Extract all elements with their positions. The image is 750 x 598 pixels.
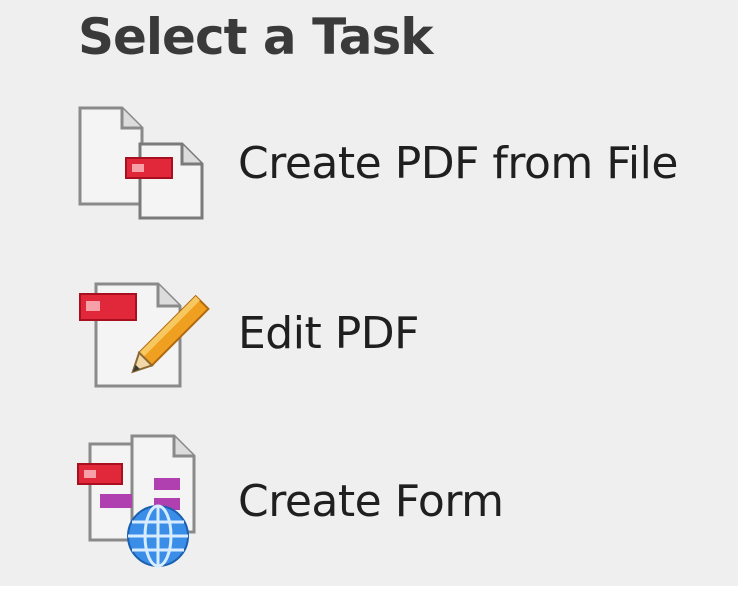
create-form-icon — [77, 434, 196, 568]
task-edit-pdf[interactable]: Edit PDF — [70, 268, 730, 418]
task-create-form[interactable]: Create Form — [70, 428, 730, 578]
panel-title: Select a Task — [78, 8, 433, 66]
task-panel: Select a Task Create PDF from File Edit … — [0, 0, 738, 586]
create-pdf-from-file-icon — [78, 106, 204, 220]
task-create-pdf-from-file[interactable]: Create PDF from File — [70, 100, 730, 250]
edit-pdf-icon — [79, 282, 210, 388]
window-edge — [0, 586, 750, 598]
window-edge — [738, 0, 750, 598]
task-label: Edit PDF — [238, 308, 419, 359]
task-label: Create Form — [238, 476, 504, 527]
task-label: Create PDF from File — [238, 138, 678, 189]
